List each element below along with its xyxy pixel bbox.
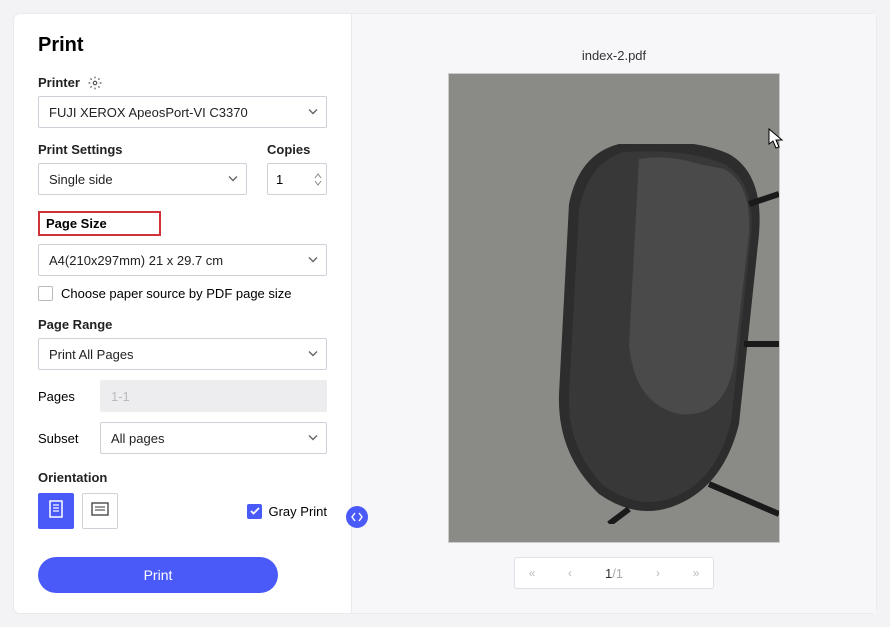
print-settings-label: Print Settings bbox=[38, 142, 247, 157]
page-range-select[interactable]: Print All Pages bbox=[38, 338, 327, 370]
preview-image bbox=[549, 144, 779, 524]
document-filename: index-2.pdf bbox=[582, 48, 646, 63]
print-settings-select[interactable]: Single side bbox=[38, 163, 247, 195]
collapse-panel-button[interactable] bbox=[346, 506, 368, 528]
printer-select[interactable]: FUJI XEROX ApeosPort-VI C3370 bbox=[38, 96, 327, 128]
copies-up[interactable] bbox=[314, 173, 322, 179]
page-range-label: Page Range bbox=[38, 317, 327, 332]
chevron-down-icon bbox=[308, 105, 318, 120]
pager-text: 1/1 bbox=[591, 566, 637, 581]
copies-down[interactable] bbox=[314, 180, 322, 186]
subset-label: Subset bbox=[38, 431, 88, 446]
page-range-value: Print All Pages bbox=[49, 347, 134, 362]
page-preview bbox=[448, 73, 780, 543]
chevron-down-icon bbox=[228, 172, 238, 187]
pager: « ‹ 1/1 › » bbox=[514, 557, 714, 589]
gray-print-checkbox[interactable] bbox=[247, 504, 262, 519]
pages-label: Pages bbox=[38, 389, 88, 404]
copies-label: Copies bbox=[267, 142, 327, 157]
gray-print-label: Gray Print bbox=[268, 504, 327, 519]
collapse-icon bbox=[351, 512, 363, 522]
subset-select[interactable]: All pages bbox=[100, 422, 327, 454]
page-size-select[interactable]: A4(210x297mm) 21 x 29.7 cm bbox=[38, 244, 327, 276]
pager-last[interactable]: » bbox=[679, 558, 713, 588]
copies-value: 1 bbox=[276, 172, 283, 187]
chevron-down-icon bbox=[308, 431, 318, 446]
preview-panel: index-2.pdf « ‹ 1/1 › » bbox=[352, 14, 876, 613]
pager-next[interactable]: › bbox=[641, 558, 675, 588]
pager-first[interactable]: « bbox=[515, 558, 549, 588]
chevron-down-icon bbox=[308, 347, 318, 362]
pager-prev[interactable]: ‹ bbox=[553, 558, 587, 588]
portrait-icon bbox=[49, 500, 63, 523]
chevron-down-icon bbox=[308, 253, 318, 268]
print-settings-value: Single side bbox=[49, 172, 113, 187]
dialog-title: Print bbox=[38, 34, 327, 57]
gear-icon[interactable] bbox=[88, 76, 102, 90]
orientation-portrait[interactable] bbox=[38, 493, 74, 529]
print-dialog: Print Printer FUJI XEROX ApeosPort-VI C3… bbox=[14, 14, 876, 613]
pages-input: 1-1 bbox=[100, 380, 327, 412]
orientation-landscape[interactable] bbox=[82, 493, 118, 529]
paper-source-checkbox[interactable] bbox=[38, 286, 53, 301]
printer-label: Printer bbox=[38, 75, 80, 90]
check-icon bbox=[250, 506, 260, 516]
landscape-icon bbox=[91, 502, 109, 521]
paper-source-label: Choose paper source by PDF page size bbox=[61, 286, 292, 301]
page-size-value: A4(210x297mm) 21 x 29.7 cm bbox=[49, 253, 223, 268]
print-button[interactable]: Print bbox=[38, 557, 278, 593]
subset-value: All pages bbox=[111, 431, 164, 446]
copies-input[interactable]: 1 bbox=[267, 163, 327, 195]
orientation-label: Orientation bbox=[38, 470, 327, 485]
settings-panel: Print Printer FUJI XEROX ApeosPort-VI C3… bbox=[14, 14, 352, 613]
printer-value: FUJI XEROX ApeosPort-VI C3370 bbox=[49, 105, 248, 120]
page-size-label: Page Size bbox=[38, 211, 161, 236]
